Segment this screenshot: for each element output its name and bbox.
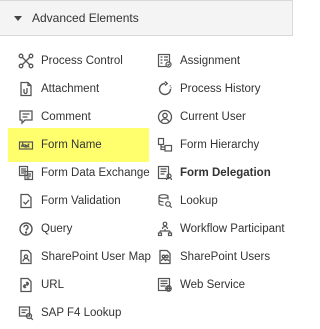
query-icon: [18, 221, 34, 237]
element-sharepoint-users[interactable]: SharePoint Users: [157, 243, 270, 271]
element-lookup[interactable]: Lookup: [157, 187, 218, 215]
workflow-participant-icon: [157, 221, 173, 237]
web-service-icon: [157, 277, 173, 293]
process-control-icon: [18, 53, 34, 69]
section-header-advanced-elements[interactable]: Advanced Elements: [0, 0, 293, 36]
element-assignment[interactable]: Assignment: [157, 47, 240, 75]
element-web-service[interactable]: Web Service: [157, 271, 245, 299]
element-sharepoint-user-map[interactable]: SharePoint User Map: [18, 243, 151, 271]
form-hierarchy-icon: [157, 137, 173, 153]
element-attachment[interactable]: Attachment: [18, 75, 99, 103]
section-title: Advanced Elements: [32, 11, 139, 25]
element-sap-f4-lookup[interactable]: SAP F4 Lookup: [18, 299, 121, 327]
element-comment[interactable]: Comment: [18, 103, 91, 131]
element-query[interactable]: Query: [18, 215, 72, 243]
form-data-exchange-icon: [18, 165, 34, 181]
element-form-name[interactable]: Form Name: [8, 128, 149, 162]
sharepoint-user-map-icon: [18, 249, 34, 265]
element-process-control[interactable]: Process Control: [18, 47, 123, 75]
sap-f4-lookup-icon: [18, 305, 34, 321]
form-delegation-icon: [157, 165, 173, 181]
element-workflow-participant[interactable]: Workflow Participant: [157, 215, 285, 243]
lookup-icon: [157, 193, 173, 209]
form-validation-icon: [18, 193, 34, 209]
comment-icon: [18, 109, 34, 125]
sharepoint-users-icon: [157, 249, 173, 265]
caret-down-icon: [14, 16, 22, 21]
assignment-icon: [157, 53, 173, 69]
url-icon: [18, 277, 34, 293]
attachment-icon: [18, 81, 34, 97]
element-current-user[interactable]: Current User: [157, 103, 246, 131]
current-user-icon: [157, 109, 173, 125]
element-form-hierarchy[interactable]: Form Hierarchy: [157, 131, 259, 159]
form-name-icon: [18, 137, 34, 153]
element-form-validation[interactable]: Form Validation: [18, 187, 121, 215]
element-form-delegation[interactable]: Form Delegation: [157, 159, 271, 187]
element-form-data-exchange[interactable]: Form Data Exchange: [18, 159, 150, 187]
element-process-history[interactable]: Process History: [157, 75, 261, 103]
process-history-icon: [157, 81, 173, 97]
element-url[interactable]: URL: [18, 271, 64, 299]
